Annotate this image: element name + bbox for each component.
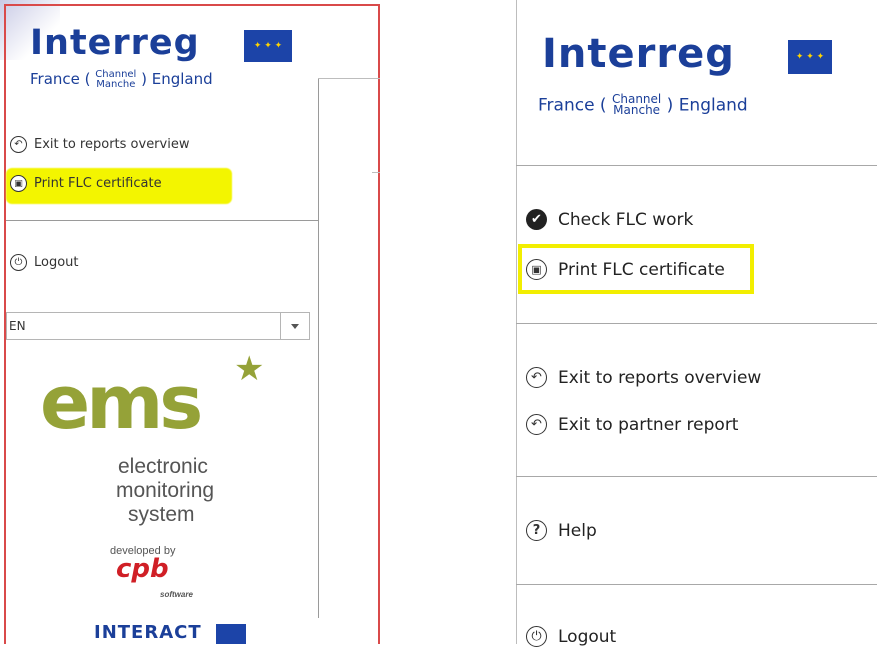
printer-icon: ▣ (526, 259, 547, 280)
ems-line-1: electronic (118, 455, 208, 478)
interreg-logo: Interreg ✦ ✦ ✦ France ( Channel Manche )… (30, 26, 300, 102)
language-select[interactable]: EN (6, 312, 310, 340)
undo-arrow-icon: ↶ (526, 367, 547, 388)
ems-wordmark: ems (40, 360, 203, 446)
programme-prefix: France ( (538, 95, 607, 116)
exit-to-reports-overview-link[interactable]: ↶ Exit to reports overview (10, 136, 189, 153)
menu-divider (516, 323, 877, 324)
sidebar-border (516, 0, 517, 644)
cpb-logo: cpb (116, 554, 169, 584)
interreg-programme-name: France ( Channel Manche ) England (30, 70, 213, 90)
menu-divider (516, 584, 877, 585)
interact-eu-flag-icon (216, 624, 246, 644)
menu-label: Check FLC work (558, 209, 694, 230)
programme-suffix: ) England (141, 70, 213, 88)
exit-to-reports-overview-link[interactable]: ↶ Exit to reports overview (526, 367, 761, 388)
left-screenshot-panel: Interreg ✦ ✦ ✦ France ( Channel Manche )… (0, 0, 380, 644)
sidebar-border (318, 78, 319, 618)
menu-label: Exit to partner report (558, 414, 739, 435)
print-flc-certificate-link[interactable]: ▣ Print FLC certificate (526, 259, 725, 280)
check-circle-icon: ✔ (526, 209, 547, 230)
interreg-logo: Interreg ✦ ✦ ✦ France ( Channel Manche )… (538, 31, 862, 134)
power-icon: ⏻ (10, 254, 27, 271)
eu-flag-icon: ✦ ✦ ✦ (244, 30, 292, 62)
menu-label: Print FLC certificate (558, 259, 725, 280)
ems-line-2: monitoring (116, 479, 215, 502)
content-divider-stub (372, 172, 380, 173)
ems-line-3: system (128, 503, 195, 526)
help-label: Help (558, 520, 597, 541)
print-flc-certificate-link[interactable]: ▣ Print FLC certificate (10, 175, 162, 192)
undo-arrow-icon: ↶ (526, 414, 547, 435)
printer-icon: ▣ (10, 175, 27, 192)
programme-manche: Manche (96, 78, 136, 90)
exit-to-partner-report-link[interactable]: ↶ Exit to partner report (526, 414, 738, 435)
logout-label: Logout (34, 255, 79, 270)
right-screenshot-panel: Interreg ✦ ✦ ✦ France ( Channel Manche )… (480, 0, 877, 647)
check-flc-work-link[interactable]: ✔ Check FLC work (526, 209, 693, 230)
undo-arrow-icon: ↶ (10, 136, 27, 153)
logout-link[interactable]: ⏻ Logout (10, 254, 79, 271)
chevron-down-icon[interactable] (280, 313, 309, 339)
content-top-border (318, 78, 380, 79)
programme-prefix: France ( (30, 70, 91, 88)
menu-label: Exit to reports overview (34, 137, 190, 152)
interact-logo: INTERACT (94, 622, 202, 643)
menu-divider (516, 165, 877, 166)
eu-flag-icon: ✦ ✦ ✦ (788, 40, 832, 74)
cpb-software-label: software (160, 590, 193, 599)
language-value: EN (9, 319, 26, 333)
menu-label: Print FLC certificate (34, 176, 162, 191)
interreg-wordmark: Interreg (542, 31, 735, 77)
help-link[interactable]: ? Help (526, 520, 597, 541)
interreg-wordmark: Interreg (30, 23, 200, 63)
programme-manche: Manche (613, 103, 661, 118)
help-icon: ? (526, 520, 547, 541)
programme-suffix: ) England (666, 95, 748, 116)
menu-label: Exit to reports overview (558, 367, 762, 388)
menu-divider (516, 476, 877, 477)
ems-logo: ems ★ electronic monitoring system (38, 352, 264, 532)
star-icon: ★ (234, 349, 265, 389)
red-frame-top (4, 4, 380, 6)
interreg-programme-name: France ( Channel Manche ) England (538, 93, 748, 118)
red-frame-right (378, 4, 380, 644)
menu-divider (6, 220, 318, 221)
